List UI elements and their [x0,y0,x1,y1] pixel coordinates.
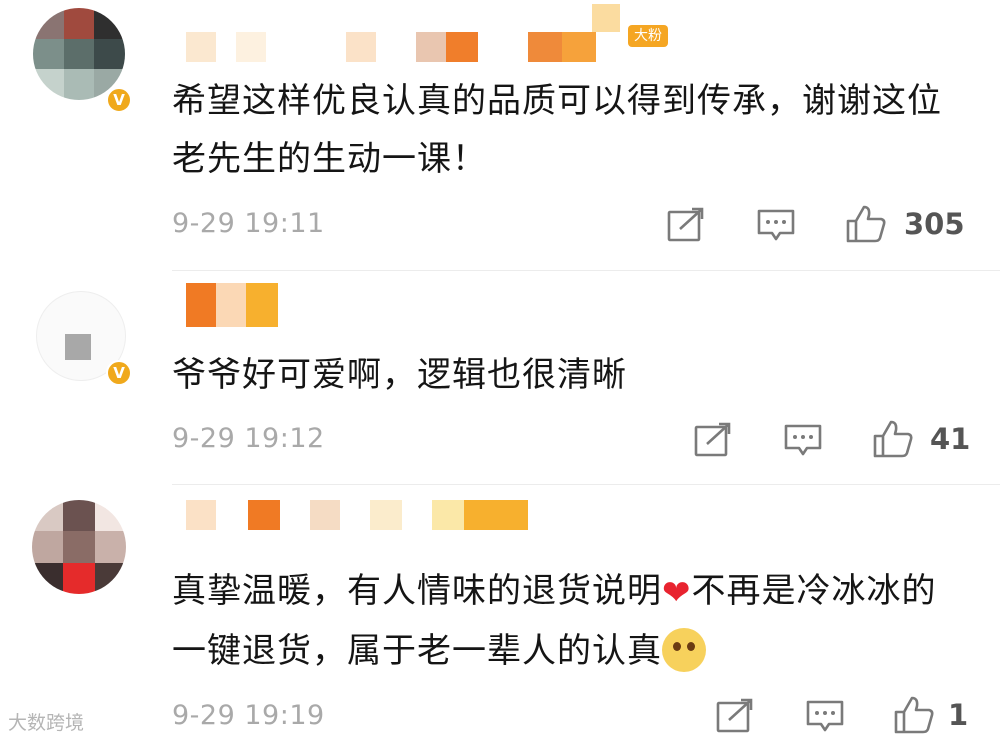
comment-text: 真挚温暖，有人情味的退货说明❤不再是冷冰冰的一键退货，属于老一辈人的认真 [172,562,962,680]
share-icon[interactable] [693,422,733,458]
like-count: 305 [904,207,965,241]
comment-text-part: 真挚温暖，有人情味的退货说明 [172,571,662,611]
avatar[interactable] [33,8,125,100]
watermark: 大数跨境 [8,712,85,734]
comment-item: V 大粉 希望这样优良认真的品质可以得到传承，谢谢这位老先生的生动一课！ 9-2… [0,0,1000,271]
comment-text: 爷爷好可爱啊，逻辑也很清晰 [172,355,627,395]
like-count: 1 [948,698,969,732]
verified-badge-icon: V [106,87,132,113]
reply-comment-icon[interactable] [783,423,823,459]
share-icon[interactable] [666,207,706,243]
username-redacted[interactable] [186,283,286,327]
divider [172,484,1000,485]
comment-timestamp: 9-29 19:19 [172,700,325,731]
reply-comment-icon[interactable] [756,208,796,244]
like-thumb-icon[interactable] [893,695,935,735]
username-redacted[interactable] [186,32,636,62]
fan-badge: 大粉 [628,25,668,47]
red-heart-icon: ❤ [662,573,692,613]
comment-text: 希望这样优良认真的品质可以得到传承，谢谢这位老先生的生动一课！ [172,81,942,179]
verified-badge-icon: V [106,360,132,386]
username-mosaic-block [592,4,620,32]
comment-item: 真挚温暖，有人情味的退货说明❤不再是冷冰冰的一键退货，属于老一辈人的认真 9-2… [0,486,1000,747]
username-redacted[interactable] [186,500,556,530]
blushing-face-icon [662,628,706,672]
comment-timestamp: 9-29 19:11 [172,208,325,239]
like-count: 41 [930,422,971,456]
share-icon[interactable] [715,698,755,734]
comment-item: V 爷爷好可爱啊，逻辑也很清晰 9-29 19:12 41 [0,271,1000,486]
comment-timestamp: 9-29 19:12 [172,423,325,454]
reply-comment-icon[interactable] [805,699,845,735]
like-thumb-icon[interactable] [872,419,914,459]
avatar[interactable] [32,500,126,594]
like-thumb-icon[interactable] [845,204,887,244]
